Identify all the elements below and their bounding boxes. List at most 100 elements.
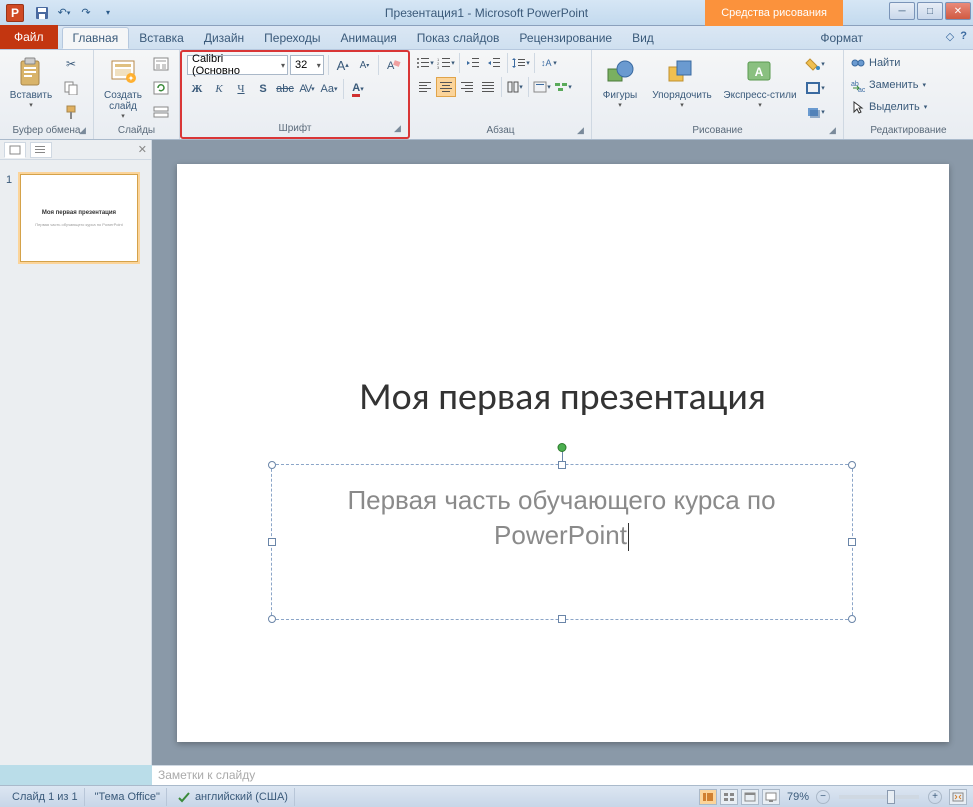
- arrange-button[interactable]: Упорядочить▾: [646, 53, 718, 112]
- change-case-button[interactable]: Aa▾: [319, 79, 339, 99]
- maximize-button[interactable]: □: [917, 2, 943, 20]
- slide-title-text[interactable]: Моя первая презентация: [237, 374, 889, 420]
- shape-effects-button[interactable]: ▾: [804, 101, 826, 123]
- char-spacing-button[interactable]: AV▾: [297, 79, 317, 99]
- redo-button[interactable]: ↷: [76, 3, 96, 23]
- align-left-button[interactable]: [415, 77, 435, 97]
- save-button[interactable]: [32, 3, 52, 23]
- slideshow-view-button[interactable]: [762, 789, 780, 805]
- resize-handle-sw[interactable]: [268, 615, 276, 623]
- resize-handle-n[interactable]: [558, 461, 566, 469]
- align-text-button[interactable]: ▾: [532, 77, 552, 97]
- shrink-font-button[interactable]: A▾: [355, 55, 375, 75]
- zoom-level[interactable]: 79%: [787, 791, 809, 803]
- increase-indent-button[interactable]: [484, 53, 504, 73]
- resize-handle-s[interactable]: [558, 615, 566, 623]
- grow-font-button[interactable]: A▴: [333, 55, 353, 75]
- justify-button[interactable]: [478, 77, 498, 97]
- zoom-slider-thumb[interactable]: [887, 790, 895, 804]
- font-size-combo[interactable]: 32: [290, 55, 324, 75]
- subtitle-placeholder[interactable]: Первая часть обучающего курса по PowerPo…: [271, 464, 853, 620]
- tab-animations[interactable]: Анимация: [330, 27, 406, 49]
- rotation-handle[interactable]: [557, 443, 566, 452]
- help-icon[interactable]: ?: [960, 30, 967, 43]
- zoom-slider[interactable]: [839, 795, 919, 799]
- bold-button[interactable]: Ж: [187, 79, 207, 99]
- zoom-out-button[interactable]: −: [816, 790, 830, 804]
- decrease-indent-button[interactable]: [463, 53, 483, 73]
- resize-handle-se[interactable]: [848, 615, 856, 623]
- group-clipboard: Вставить ▾ ✂ Буфер обмена ◢: [0, 50, 94, 139]
- subtitle-text[interactable]: Первая часть обучающего курса по PowerPo…: [272, 465, 852, 571]
- tab-review[interactable]: Рецензирование: [509, 27, 622, 49]
- tab-transitions[interactable]: Переходы: [254, 27, 330, 49]
- select-button[interactable]: Выделить▾: [849, 97, 929, 117]
- tab-design[interactable]: Дизайн: [194, 27, 254, 49]
- tab-home[interactable]: Главная: [62, 27, 130, 49]
- smartart-convert-button[interactable]: ▾: [553, 77, 573, 97]
- quick-styles-button[interactable]: A Экспресс-стили▾: [721, 53, 799, 112]
- paste-button[interactable]: Вставить ▾: [5, 53, 57, 112]
- resize-handle-w[interactable]: [268, 538, 276, 546]
- slide-sorter-button[interactable]: [720, 789, 738, 805]
- zoom-in-button[interactable]: +: [928, 790, 942, 804]
- align-right-button[interactable]: [457, 77, 477, 97]
- normal-view-button[interactable]: [699, 789, 717, 805]
- cut-button[interactable]: ✂: [60, 53, 82, 75]
- format-painter-button[interactable]: [60, 101, 82, 123]
- font-name-combo[interactable]: Calibri (Основно: [187, 55, 288, 75]
- resize-handle-e[interactable]: [848, 538, 856, 546]
- tab-view[interactable]: Вид: [622, 27, 664, 49]
- resize-handle-nw[interactable]: [268, 461, 276, 469]
- slide-canvas[interactable]: Моя первая презентация Первая часть обуч…: [177, 164, 949, 742]
- reset-slide-button[interactable]: [150, 77, 172, 99]
- align-center-button[interactable]: [436, 77, 456, 97]
- slide-layout-button[interactable]: [150, 53, 172, 75]
- language-status[interactable]: английский (США): [171, 788, 295, 806]
- minimize-button[interactable]: ─: [889, 2, 915, 20]
- new-slide-button[interactable]: ✦ Создать слайд ▾: [99, 53, 147, 123]
- section-button[interactable]: [150, 101, 172, 123]
- shadow-button[interactable]: S: [253, 79, 273, 99]
- slides-tab[interactable]: [4, 142, 26, 158]
- slide-editor[interactable]: Моя первая презентация Первая часть обуч…: [152, 140, 973, 765]
- qat-customize[interactable]: ▾: [98, 3, 118, 23]
- tab-slideshow[interactable]: Показ слайдов: [407, 27, 510, 49]
- clear-formatting-button[interactable]: A: [383, 55, 403, 75]
- fit-to-window-button[interactable]: [949, 789, 967, 805]
- svg-text:3: 3: [437, 65, 440, 69]
- numbering-button[interactable]: 123▾: [436, 53, 456, 73]
- minimize-ribbon-icon[interactable]: ◇: [946, 30, 954, 43]
- shapes-button[interactable]: Фигуры▾: [597, 53, 643, 112]
- binoculars-icon: [851, 56, 865, 70]
- font-color-button[interactable]: A▾: [348, 79, 368, 99]
- copy-button[interactable]: [60, 77, 82, 99]
- undo-button[interactable]: ↶▾: [54, 3, 74, 23]
- clipboard-launcher[interactable]: ◢: [79, 125, 91, 137]
- font-launcher[interactable]: ◢: [394, 123, 406, 135]
- panel-close-button[interactable]: ✕: [138, 143, 147, 156]
- underline-button[interactable]: Ч: [231, 79, 251, 99]
- notes-pane[interactable]: Заметки к слайду: [152, 765, 973, 787]
- resize-handle-ne[interactable]: [848, 461, 856, 469]
- ribbon-tabs: Файл Главная Вставка Дизайн Переходы Ани…: [0, 26, 973, 50]
- outline-tab[interactable]: [30, 142, 52, 158]
- close-button[interactable]: ✕: [945, 2, 971, 20]
- slide-thumbnail[interactable]: Моя первая презентация Первая часть обуч…: [20, 174, 138, 262]
- bullets-button[interactable]: ▾: [415, 53, 435, 73]
- shape-outline-button[interactable]: ▾: [804, 77, 826, 99]
- find-button[interactable]: Найти: [849, 53, 902, 73]
- text-direction-button[interactable]: ↕A▾: [538, 53, 558, 73]
- tab-insert[interactable]: Вставка: [129, 27, 194, 49]
- replace-button[interactable]: abac Заменить▾: [849, 75, 928, 95]
- italic-button[interactable]: К: [209, 79, 229, 99]
- tab-format[interactable]: Формат: [810, 27, 873, 49]
- strikethrough-button[interactable]: abc: [275, 79, 295, 99]
- shape-fill-button[interactable]: ▾: [804, 53, 826, 75]
- file-tab[interactable]: Файл: [0, 25, 58, 49]
- line-spacing-button[interactable]: ▾: [511, 53, 531, 73]
- reading-view-button[interactable]: [741, 789, 759, 805]
- drawing-launcher[interactable]: ◢: [829, 125, 841, 137]
- columns-button[interactable]: ▾: [505, 77, 525, 97]
- paragraph-launcher[interactable]: ◢: [577, 125, 589, 137]
